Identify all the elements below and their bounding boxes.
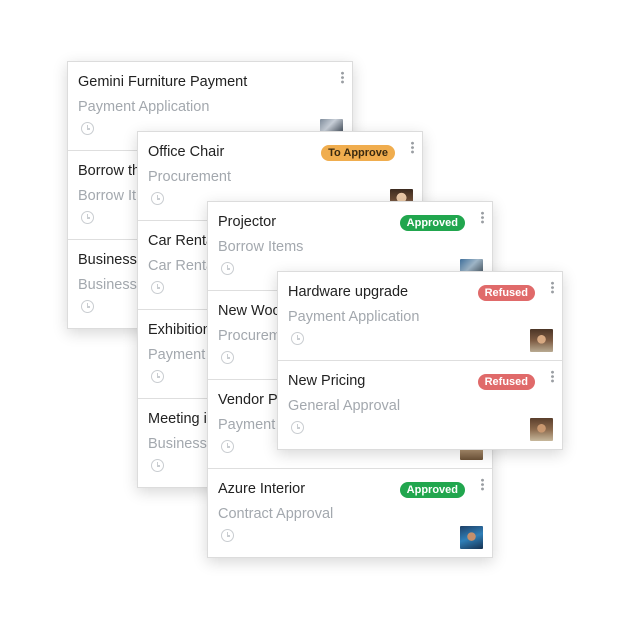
card-category: Procurem [218,328,281,344]
card-title: New Pricing [288,373,366,389]
card-category: General Approval [288,398,401,414]
card-category: Payment [218,417,276,433]
avatar [530,418,553,441]
status-badge-refused: Refused [477,285,535,301]
kebab-menu-icon[interactable] [551,281,554,294]
card-title: Car Renta [148,233,215,249]
clock-icon[interactable] [81,122,94,135]
card-title: New Woo [218,303,281,319]
clock-icon[interactable] [221,262,234,275]
card-category: Payment Application [78,99,210,115]
card-category: Business [148,436,207,452]
kanban-column-4: Hardware upgrade Payment Application Ref… [277,271,563,450]
clock-icon[interactable] [151,192,164,205]
card-title: Office Chair [148,144,225,160]
card-title: Meeting i [148,411,207,427]
status-badge-approved: Approved [399,215,465,231]
clock-icon[interactable] [151,370,164,383]
card-category: Borrow Items [218,239,304,255]
card-title: Borrow th [78,163,141,179]
kebab-menu-icon[interactable] [341,71,344,84]
clock-icon[interactable] [221,351,234,364]
card-category: Procurement [148,169,232,185]
card-category: Payment [148,347,206,363]
kebab-menu-icon[interactable] [411,141,414,154]
kebab-menu-icon[interactable] [551,370,554,383]
approval-card[interactable]: Hardware upgrade Payment Application Ref… [278,272,562,361]
card-category: Contract Approval [218,506,334,522]
clock-icon[interactable] [291,332,304,345]
kebab-menu-icon[interactable] [481,211,484,224]
kebab-menu-icon[interactable] [481,478,484,491]
clock-icon[interactable] [221,529,234,542]
clock-icon[interactable] [291,421,304,434]
approval-card[interactable]: Azure Interior Contract Approval Approve… [208,469,492,557]
approval-card[interactable]: New Pricing General Approval Refused [278,361,562,449]
card-title: Azure Interior [218,481,306,497]
card-title: Hardware upgrade [288,284,409,300]
card-category: Borrow It [78,188,137,204]
avatar [530,329,553,352]
clock-icon[interactable] [221,440,234,453]
card-category: Payment Application [288,309,420,325]
status-badge-to-approve: To Approve [321,145,395,161]
card-title: Gemini Furniture Payment [78,74,248,90]
card-title: Exhibition [148,322,211,338]
card-category: Business [78,277,137,293]
status-badge-approved: Approved [399,482,465,498]
card-title: Vendor P [218,392,278,408]
clock-icon[interactable] [151,281,164,294]
card-category: Car Renta [148,258,215,274]
avatar [460,526,483,549]
card-title: Business [78,252,137,268]
card-title: Projector [218,214,277,230]
clock-icon[interactable] [151,459,164,472]
status-badge-refused: Refused [477,374,535,390]
clock-icon[interactable] [81,300,94,313]
clock-icon[interactable] [81,211,94,224]
